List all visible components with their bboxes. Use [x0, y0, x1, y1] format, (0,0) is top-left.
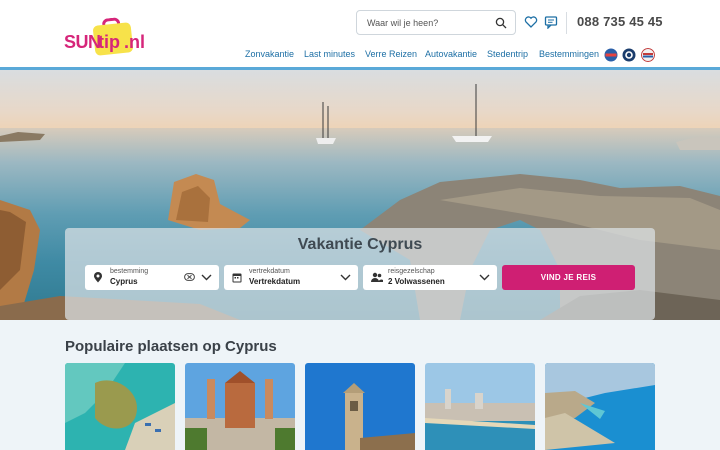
- people-icon: [371, 272, 383, 282]
- chat-icon[interactable]: [544, 15, 558, 29]
- chevron-down-icon[interactable]: [479, 273, 490, 281]
- place-card-image: [65, 363, 175, 450]
- search-input[interactable]: [367, 15, 493, 31]
- travel-party-field[interactable]: reisgezelschap 2 Volwassenen: [363, 265, 497, 290]
- logo-tip-text: tip: [98, 32, 120, 52]
- header-divider: [566, 12, 567, 34]
- heart-icon[interactable]: [524, 15, 538, 29]
- place-card[interactable]: [545, 363, 655, 450]
- place-card-image: [305, 363, 415, 450]
- destination-field[interactable]: bestemming Cyprus: [85, 265, 219, 290]
- chevron-down-icon[interactable]: [340, 273, 351, 281]
- calendar-icon: [232, 273, 242, 283]
- nav-zonvakantie[interactable]: Zonvakantie: [245, 49, 294, 63]
- sgr-badge-icon[interactable]: [622, 48, 636, 62]
- place-card-image: [425, 363, 535, 450]
- departure-date-label: vertrekdatum: [249, 268, 290, 275]
- suntip-logo[interactable]: SUN tip .nl: [64, 17, 148, 58]
- hero-title: Vakantie Cyprus: [297, 236, 423, 253]
- nav-autovakantie[interactable]: Autovakantie: [425, 49, 477, 63]
- nav-bestemmingen[interactable]: Bestemmingen: [539, 49, 599, 63]
- calamiteitenfonds-badge-icon[interactable]: [641, 48, 655, 62]
- anvr-badge-icon[interactable]: [604, 48, 618, 62]
- chevron-down-icon[interactable]: [201, 273, 212, 281]
- nav-stedentrip[interactable]: Stedentrip: [487, 49, 528, 63]
- logo-nl-text: .nl: [124, 32, 145, 52]
- phone-number[interactable]: 088 735 45 45: [577, 14, 663, 29]
- search-panel: Vakantie Cyprus bestemming Cyprus vertre…: [65, 228, 655, 320]
- departure-date-field[interactable]: vertrekdatum Vertrekdatum: [224, 265, 358, 290]
- place-card[interactable]: [185, 363, 295, 450]
- nav-last-minutes[interactable]: Last minutes: [304, 49, 355, 63]
- hero-banner: Vakantie Cyprus bestemming Cyprus vertre…: [0, 70, 720, 320]
- place-card-image: [545, 363, 655, 450]
- clear-destination-icon[interactable]: [184, 273, 195, 281]
- place-card[interactable]: [305, 363, 415, 450]
- popular-places-section: Populaire plaatsen op Cyprus: [0, 320, 720, 450]
- logo-sun-text: SUN: [64, 32, 101, 52]
- place-card-image: [185, 363, 295, 450]
- destination-value: Cyprus: [110, 277, 138, 286]
- nav-verre-reizen[interactable]: Verre Reizen: [365, 49, 417, 63]
- section-title: Populaire plaatsen op Cyprus: [65, 338, 277, 355]
- departure-date-value: Vertrekdatum: [249, 277, 301, 286]
- site-header: SUN tip .nl 088 735 45 45 Zonvakantie La…: [0, 0, 720, 68]
- place-card[interactable]: [65, 363, 175, 450]
- search-icon[interactable]: [495, 17, 507, 29]
- travel-party-value: 2 Volwassenen: [388, 277, 445, 286]
- travel-party-label: reisgezelschap: [388, 268, 435, 275]
- place-card[interactable]: [425, 363, 535, 450]
- location-pin-icon: [94, 272, 102, 283]
- destination-label: bestemming: [110, 268, 149, 275]
- find-trip-button[interactable]: VIND JE REIS: [502, 265, 635, 290]
- search-box: [356, 10, 516, 35]
